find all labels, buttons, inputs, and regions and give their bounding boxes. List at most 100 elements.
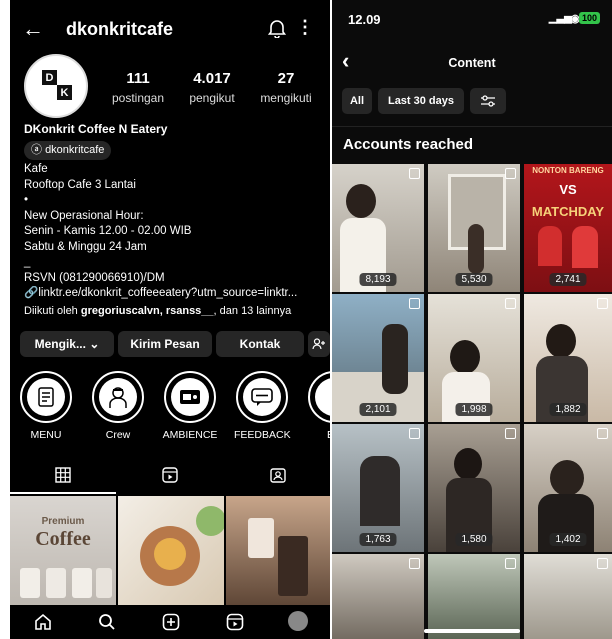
bottom-nav bbox=[10, 605, 330, 639]
highlight-label: MENU bbox=[30, 429, 62, 441]
stat-following[interactable]: 27 mengikuti bbox=[256, 70, 316, 105]
reels-icon[interactable] bbox=[162, 467, 178, 488]
followed-by[interactable]: Diikuti oleh gregoriuscalvn, rsanss__, d… bbox=[24, 304, 324, 320]
bell-icon[interactable] bbox=[267, 18, 287, 43]
post-thumbnail[interactable] bbox=[226, 496, 330, 606]
profile-bio: DKonkrit Coffee N Eatery ⓐ dkonkritcafe … bbox=[24, 122, 324, 319]
bio-link[interactable]: 🔗linktr.ee/dkonkrit_coffeeeatery?utm_sou… bbox=[24, 286, 324, 302]
following-button[interactable]: Mengik... ⌄ bbox=[20, 331, 114, 357]
back-arrow-icon[interactable]: ← bbox=[22, 16, 44, 42]
content-tile[interactable]: NONTON BARENG VS MATCHDAY 2,741 bbox=[524, 164, 612, 292]
home-icon[interactable] bbox=[34, 613, 52, 636]
profile-username: dkonkritcafe bbox=[66, 19, 174, 39]
post-thumbnail[interactable] bbox=[118, 496, 224, 606]
followed-by-names: gregoriuscalvn, rsanss__ bbox=[80, 304, 214, 317]
bio-link-text: linktr.ee/dkonkrit_coffeeeatery?utm_sour… bbox=[38, 287, 298, 299]
filter-date-range[interactable]: Last 30 days bbox=[378, 88, 464, 114]
divider bbox=[332, 126, 612, 127]
post-text: Coffee bbox=[35, 528, 91, 550]
reel-indicator-icon bbox=[409, 168, 420, 179]
content-tile[interactable]: 8,193 bbox=[332, 164, 424, 292]
content-tile[interactable]: 1,882 bbox=[524, 294, 612, 422]
content-tile[interactable] bbox=[428, 554, 520, 639]
bio-line: New Operasional Hour: bbox=[24, 209, 144, 222]
content-tile[interactable]: 1,998 bbox=[428, 294, 520, 422]
profile-top-bar: ← dkonkritcafe ⋮ bbox=[10, 10, 330, 50]
content-tile[interactable] bbox=[332, 554, 424, 639]
highlight-feedback[interactable]: FEEDBACK bbox=[234, 371, 291, 441]
sliders-icon[interactable] bbox=[470, 88, 506, 114]
reel-indicator-icon bbox=[597, 428, 608, 439]
profile-actions: Mengik... ⌄ Kirim Pesan Kontak bbox=[20, 331, 330, 357]
bio-line: Kafe bbox=[24, 163, 48, 175]
reel-indicator-icon bbox=[597, 298, 608, 309]
content-tile[interactable] bbox=[524, 554, 612, 639]
filter-all[interactable]: All bbox=[342, 88, 372, 114]
bio-line: RSVN (081290066910)/DM bbox=[24, 271, 165, 284]
message-button[interactable]: Kirim Pesan bbox=[118, 331, 212, 357]
stat-posts[interactable]: 111 postingan bbox=[108, 70, 168, 105]
content-tile[interactable]: 1,763 bbox=[332, 424, 424, 552]
create-post-icon[interactable] bbox=[162, 613, 180, 636]
stat-following-value: 27 bbox=[277, 70, 295, 87]
highlight-menu[interactable]: MENU bbox=[18, 371, 74, 441]
clock-time: 12.09 bbox=[348, 12, 381, 27]
display-name: DKonkrit Coffee N Eatery bbox=[24, 122, 168, 136]
highlight-label: FEEDBACK bbox=[234, 429, 291, 441]
bio-line: • bbox=[24, 194, 29, 206]
logo-letter-k: K bbox=[60, 86, 69, 99]
active-tab-indicator bbox=[10, 492, 116, 494]
filter-bar: All Last 30 days bbox=[342, 88, 612, 114]
reach-count: 1,998 bbox=[455, 403, 493, 416]
add-person-icon[interactable] bbox=[308, 331, 330, 357]
reach-count: 2,741 bbox=[549, 273, 587, 286]
threads-badge[interactable]: ⓐ dkonkritcafe bbox=[24, 140, 112, 160]
logo-block bbox=[57, 70, 72, 85]
contact-button[interactable]: Kontak bbox=[216, 331, 304, 357]
profile-avatar[interactable]: D K bbox=[24, 54, 88, 118]
menu-card-icon bbox=[27, 378, 65, 416]
content-tile[interactable]: 1,580 bbox=[428, 424, 520, 552]
reels-nav-icon[interactable] bbox=[226, 613, 244, 636]
feedback-icon bbox=[243, 378, 281, 416]
stat-posts-label: postingan bbox=[111, 91, 165, 105]
reach-count: 1,580 bbox=[455, 533, 493, 546]
stat-following-label: mengikuti bbox=[260, 91, 312, 105]
stat-posts-value: 111 bbox=[126, 70, 150, 87]
post-thumbnail[interactable]: Premium Coffee bbox=[10, 496, 116, 606]
content-tile[interactable]: 5,530 bbox=[428, 164, 520, 292]
insights-screen: 12.09 ▁▃▅ ◉ 100 ‹ Content All Last 30 da… bbox=[332, 0, 612, 639]
highlight-ambience[interactable]: AMBIENCE bbox=[162, 371, 218, 441]
reel-indicator-icon bbox=[505, 558, 516, 569]
banner-text: NONTON BARENG bbox=[532, 166, 604, 175]
reel-indicator-icon bbox=[505, 168, 516, 179]
content-tile[interactable]: 2,101 bbox=[332, 294, 424, 422]
highlight-label: AMBIENCE bbox=[162, 429, 218, 441]
section-title: Accounts reached bbox=[343, 136, 474, 153]
threads-handle: dkonkritcafe bbox=[45, 143, 105, 156]
grid-icon[interactable] bbox=[55, 467, 71, 488]
more-options-icon[interactable]: ⋮ bbox=[296, 17, 314, 38]
ambience-icon bbox=[171, 378, 209, 416]
search-icon[interactable] bbox=[98, 613, 116, 636]
chevron-down-icon: ⌄ bbox=[89, 337, 100, 351]
highlight-ev[interactable]: EV bbox=[306, 371, 330, 441]
signal-icon: ▁▃▅ bbox=[548, 13, 572, 24]
status-bar: 12.09 ▁▃▅ ◉ 100 bbox=[348, 12, 602, 32]
highlight-crew[interactable]: Crew bbox=[90, 371, 146, 441]
reel-indicator-icon bbox=[597, 558, 608, 569]
reel-indicator-icon bbox=[505, 428, 516, 439]
reel-indicator-icon bbox=[409, 428, 420, 439]
stat-followers[interactable]: 4.017 pengikut bbox=[182, 70, 242, 105]
followed-by-suffix: , dan 13 lainnya bbox=[213, 304, 292, 317]
following-button-label: Mengik... bbox=[34, 337, 86, 351]
tagged-icon[interactable] bbox=[270, 467, 286, 488]
banner-text: VS bbox=[559, 182, 577, 197]
content-tile[interactable]: 1,402 bbox=[524, 424, 612, 552]
bio-line: Rooftop Cafe 3 Lantai bbox=[24, 178, 136, 191]
reel-indicator-icon bbox=[409, 298, 420, 309]
post-grid: Premium Coffee bbox=[10, 496, 330, 606]
profile-nav-avatar[interactable] bbox=[288, 611, 308, 631]
highlight-label: Crew bbox=[105, 429, 131, 441]
profile-tabs bbox=[10, 460, 330, 492]
